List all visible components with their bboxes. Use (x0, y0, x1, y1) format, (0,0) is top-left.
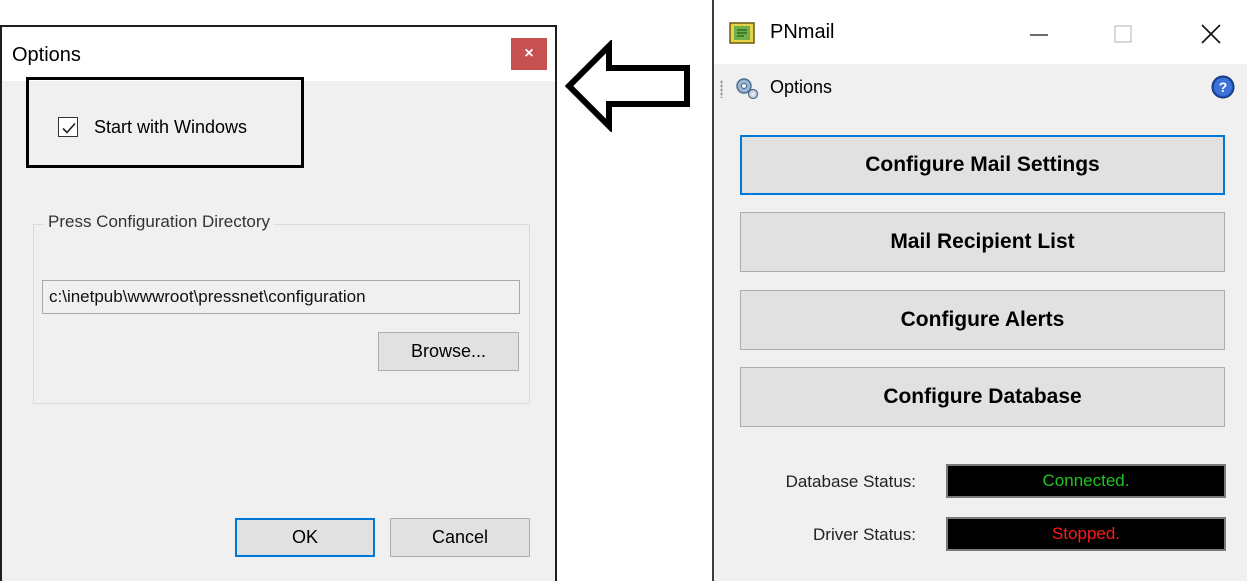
toolbar-options-label[interactable]: Options (770, 77, 832, 98)
minimize-icon (1030, 34, 1048, 36)
start-with-windows-label: Start with Windows (94, 116, 248, 137)
options-title: Options (12, 44, 81, 66)
driver-status-text: Stopped. (1051, 524, 1121, 543)
driver-status-label: Driver Status: (813, 525, 916, 544)
browse-button[interactable]: Browse... (378, 332, 519, 371)
directory-groupbox (33, 224, 530, 404)
database-status-text: Connected. (1042, 471, 1130, 490)
toolbar-grip[interactable] (720, 80, 723, 98)
directory-path-field[interactable] (42, 280, 520, 314)
options-close-button[interactable]: × (511, 38, 547, 70)
configure-alerts-button[interactable]: Configure Alerts (740, 290, 1225, 350)
gear-icon[interactable] (734, 75, 760, 101)
mail-recipient-list-button[interactable]: Mail Recipient List (740, 212, 1225, 272)
help-icon[interactable]: ? (1211, 75, 1235, 99)
minimize-button[interactable] (1016, 14, 1062, 54)
toolbar: Options ? (714, 64, 1247, 110)
pnmail-window: PNmail Options ? Configure Mail Settings… (712, 0, 1247, 581)
database-status-value: Connected. (946, 464, 1226, 498)
configure-database-button[interactable]: Configure Database (740, 367, 1225, 427)
start-with-windows-row[interactable]: Start with Windows (58, 115, 247, 139)
close-icon: × (524, 45, 534, 62)
configure-mail-settings-button[interactable]: Configure Mail Settings (740, 135, 1225, 195)
database-status-label: Database Status: (785, 472, 916, 491)
pnmail-titlebar: PNmail (714, 0, 1247, 64)
notebook-icon (729, 22, 755, 44)
driver-status-value: Stopped. (946, 517, 1226, 551)
pnmail-title: PNmail (770, 21, 835, 43)
svg-text:?: ? (1219, 79, 1228, 95)
cancel-button[interactable]: Cancel (390, 518, 530, 557)
directory-group-legend: Press Configuration Directory (44, 212, 275, 232)
maximize-button[interactable] (1100, 14, 1146, 54)
ok-button[interactable]: OK (235, 518, 375, 557)
close-icon (1201, 24, 1221, 44)
maximize-icon (1114, 25, 1132, 43)
start-with-windows-checkbox[interactable] (58, 117, 78, 137)
checkmark-icon (62, 122, 76, 134)
left-arrow-icon (565, 40, 690, 132)
window-close-button[interactable] (1188, 14, 1234, 54)
options-titlebar: Options × (2, 27, 555, 81)
